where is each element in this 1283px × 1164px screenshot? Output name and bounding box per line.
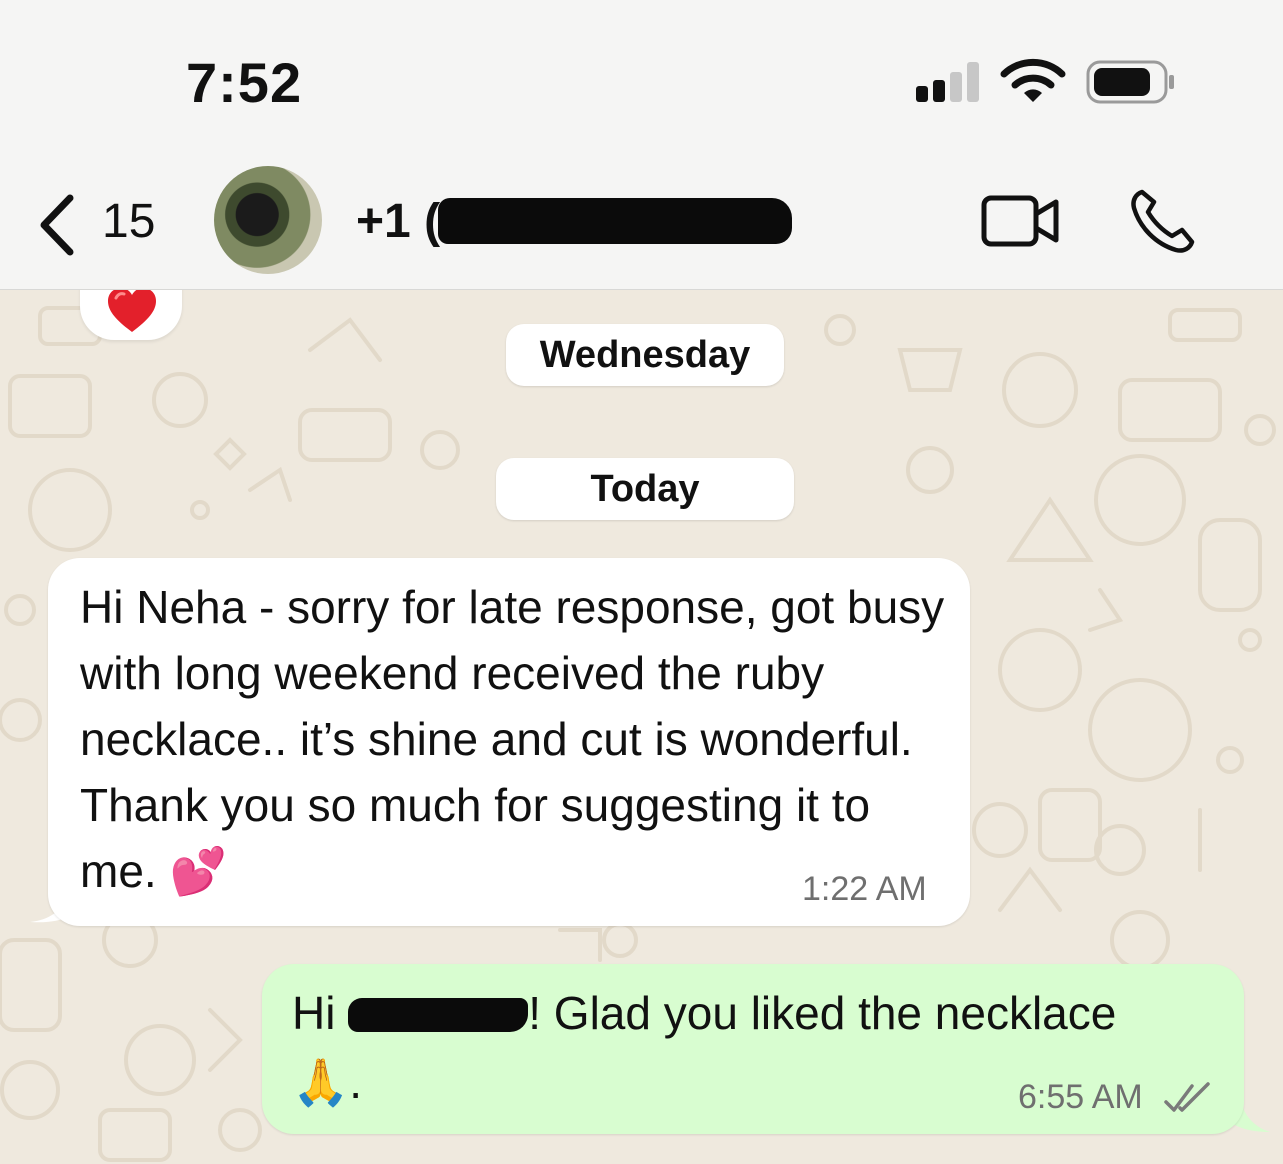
chevron-left-icon[interactable]: [34, 192, 78, 258]
status-bar: 7:52: [0, 0, 1283, 150]
outgoing-message-text: Hi ! Glad you liked the necklace: [292, 980, 1116, 1046]
avatar[interactable]: [214, 166, 322, 274]
redaction-mark: [348, 998, 529, 1032]
wifi-icon: [1000, 58, 1066, 102]
cellular-signal-icon: [916, 62, 980, 102]
double-check-read-icon: [1164, 1082, 1210, 1112]
message-text-start: Hi: [292, 987, 349, 1039]
incoming-message-time: 1:22 AM: [802, 870, 927, 908]
heart-icon: [108, 290, 156, 332]
heart-reaction[interactable]: [80, 290, 182, 340]
incoming-message-text: Hi Neha - sorry for late response, got b…: [80, 581, 945, 897]
unread-count[interactable]: 15: [102, 194, 155, 249]
outgoing-message-time: 6:55 AM: [1018, 1078, 1143, 1116]
chat-header: 15 +1 (4: [0, 150, 1283, 290]
date-separator-wednesday: Wednesday: [506, 324, 784, 386]
chat-area[interactable]: Wednesday Today Hi Neha - sorry for late…: [0, 290, 1283, 1164]
battery-icon: [1086, 60, 1174, 104]
redaction-mark: [438, 198, 792, 244]
video-call-icon[interactable]: [980, 194, 1062, 248]
outgoing-message-text-line2: 🙏.: [292, 1056, 363, 1108]
message-text-end: ! Glad you liked the necklace: [528, 987, 1117, 1039]
voice-call-icon[interactable]: [1130, 188, 1196, 254]
status-time: 7:52: [186, 51, 303, 114]
date-separator-today: Today: [496, 458, 794, 520]
